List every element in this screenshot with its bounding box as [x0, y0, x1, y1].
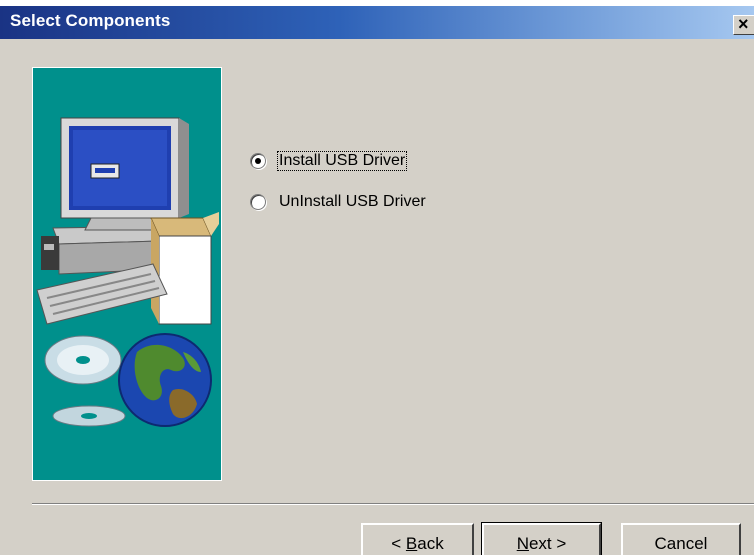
back-button-accelerator: B — [405, 534, 418, 553]
globe-icon — [118, 333, 212, 427]
option-uninstall-usb-driver[interactable]: UnInstall USB Driver — [250, 191, 427, 213]
cancel-button[interactable]: Cancel — [621, 523, 741, 555]
title-bar[interactable]: Select Components × — [0, 6, 754, 39]
install-option-label[interactable]: Install USB Driver — [276, 151, 408, 171]
install-radio-button[interactable] — [250, 153, 266, 169]
select-components-dialog: Select Components × Install USB Driver U… — [0, 6, 754, 555]
next-button[interactable]: Next > — [481, 522, 602, 555]
next-button-label: ext > — [528, 534, 567, 553]
close-button[interactable]: × — [733, 15, 754, 35]
keyboard-icon — [36, 263, 168, 325]
close-icon: × — [738, 14, 749, 34]
software-box-icon — [150, 212, 219, 325]
option-install-usb-driver[interactable]: Install USB Driver — [250, 150, 427, 172]
button-separator — [32, 503, 754, 505]
back-button[interactable]: < Back — [361, 523, 474, 555]
back-button-label: ack — [417, 534, 444, 553]
cancel-button-label: Cancel — [654, 534, 708, 553]
computer-monitor-icon — [60, 117, 189, 231]
window-title: Select Components — [10, 11, 171, 30]
setup-illustration — [32, 67, 222, 481]
component-options: Install USB Driver UnInstall USB Driver — [250, 150, 427, 232]
cd-disc-icon — [44, 335, 126, 427]
next-button-accelerator: N — [516, 534, 529, 553]
back-button-prefix: < — [391, 534, 406, 553]
uninstall-option-label[interactable]: UnInstall USB Driver — [278, 193, 427, 211]
setup-illustration-art — [36, 117, 219, 427]
uninstall-radio-button[interactable] — [250, 194, 266, 210]
